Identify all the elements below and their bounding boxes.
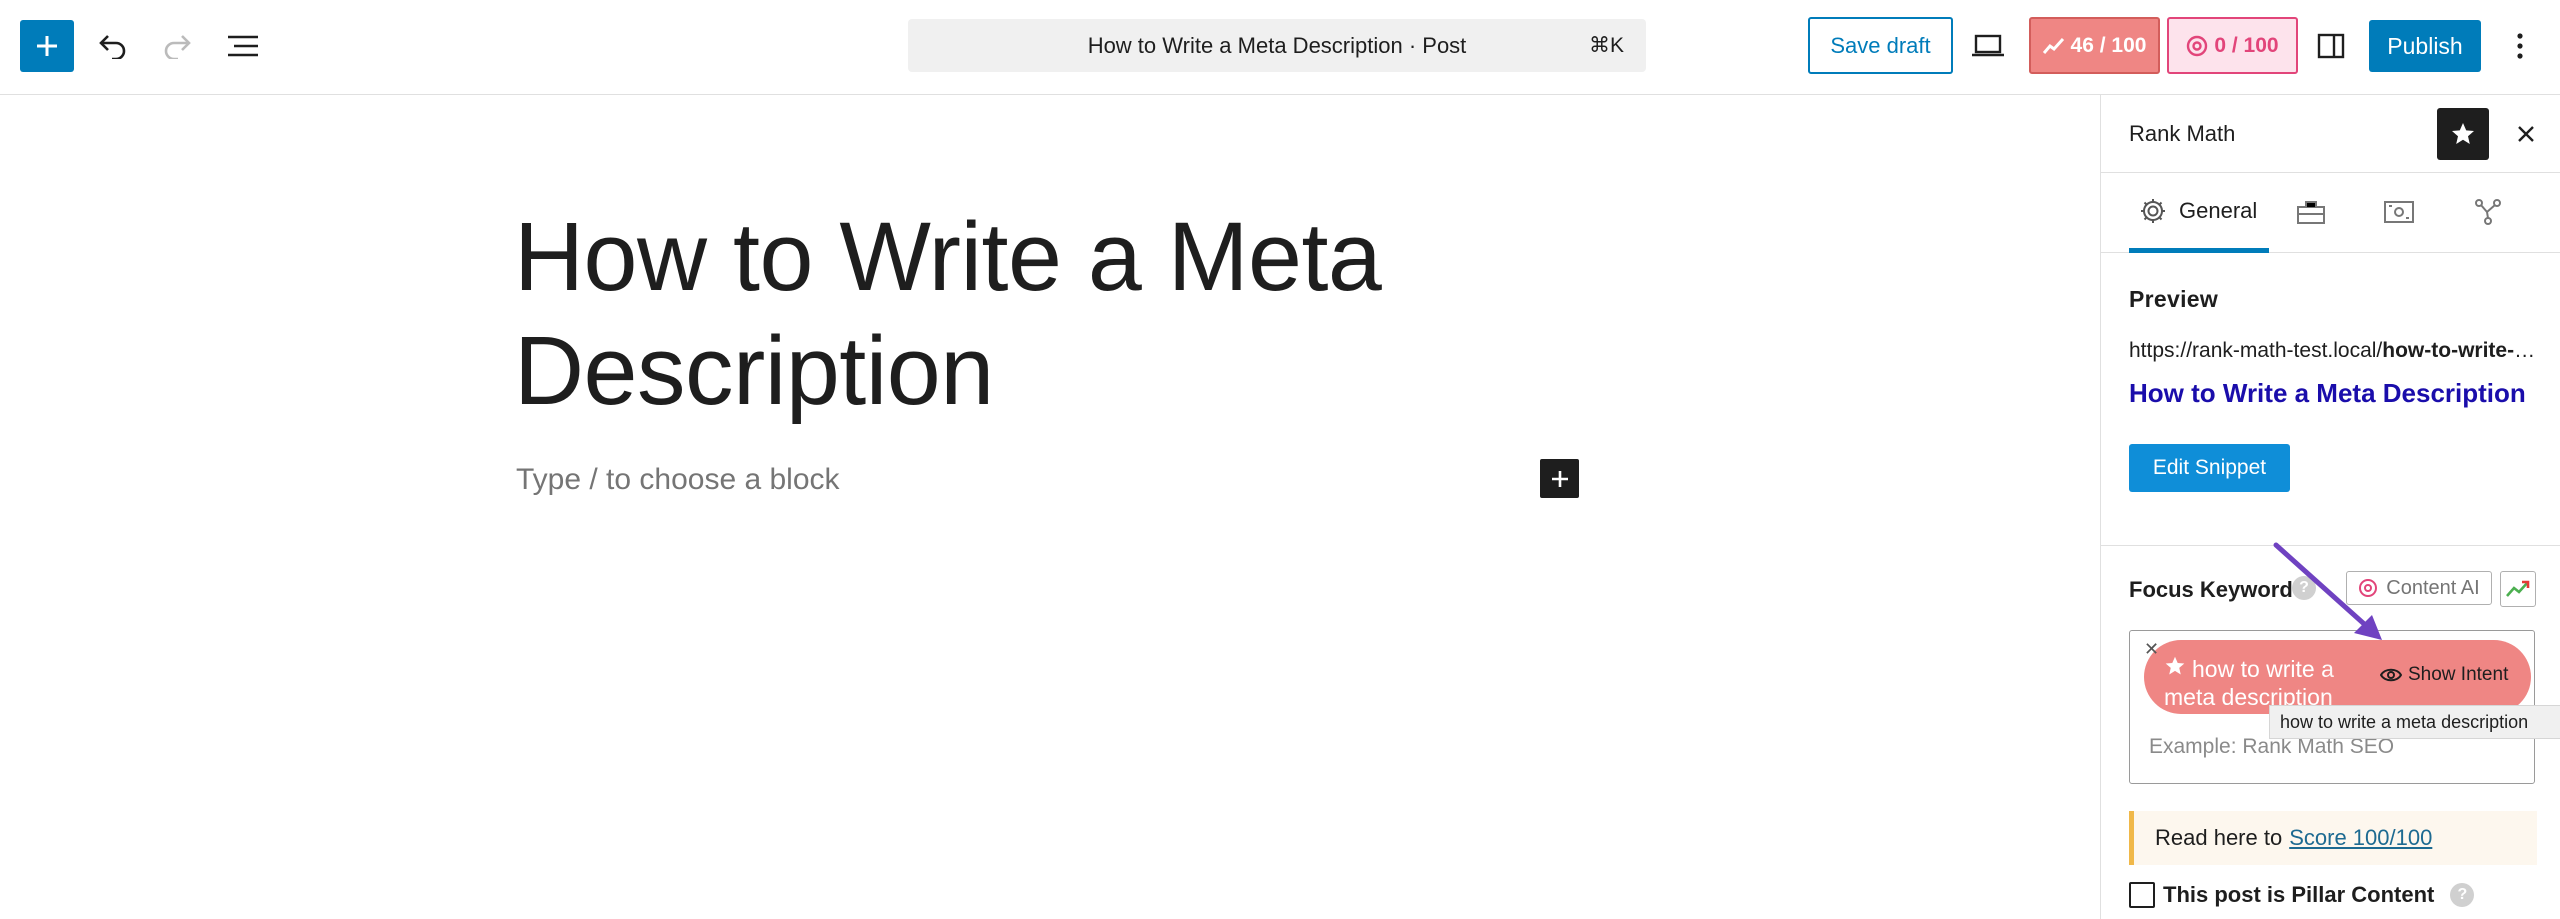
sidebar-title: Rank Math bbox=[2129, 121, 2236, 146]
block-inserter-button[interactable] bbox=[20, 20, 74, 72]
keyword-tooltip: how to write a meta description bbox=[2269, 705, 2560, 739]
show-intent-button[interactable]: Show Intent bbox=[2380, 664, 2508, 686]
tab-general[interactable]: General bbox=[2129, 173, 2269, 253]
sidebar-tabs: General bbox=[2101, 173, 2560, 253]
command-palette-bar[interactable]: How to Write a Meta Description · Post ⌘… bbox=[908, 19, 1646, 72]
content-ai-label: Content AI bbox=[2386, 576, 2480, 599]
pin-sidebar-button[interactable] bbox=[2437, 108, 2489, 160]
focus-keyword-value: how to write a meta description bbox=[2164, 656, 2334, 710]
seo-score-button[interactable]: 46 / 100 bbox=[2029, 17, 2160, 74]
seo-score-value: 46 / 100 bbox=[2070, 33, 2147, 57]
content-ai-score-button[interactable]: 0 / 100 bbox=[2167, 17, 2298, 74]
top-toolbar: How to Write a Meta Description · Post ⌘… bbox=[0, 0, 2560, 95]
rank-math-icon bbox=[2042, 37, 2064, 54]
focus-keyword-tag[interactable]: how to write a meta description Show Int… bbox=[2144, 640, 2531, 714]
rank-math-sidebar: Rank Math General Preview https://rank-m… bbox=[2100, 95, 2560, 919]
block-placeholder[interactable]: Type / to choose a block bbox=[516, 463, 840, 497]
divider bbox=[2101, 545, 2560, 546]
tab-general-label: General bbox=[2179, 197, 2258, 223]
content-ai-score-value: 0 / 100 bbox=[2214, 33, 2279, 57]
preview-url-slug: how-to-write-a-meta-description bbox=[2382, 339, 2539, 362]
redo-button[interactable] bbox=[154, 23, 200, 69]
star-icon bbox=[2452, 123, 2474, 144]
close-icon bbox=[2518, 126, 2534, 142]
post-title[interactable]: How to Write a Meta Description bbox=[514, 200, 1414, 428]
preview-button[interactable] bbox=[1965, 23, 2011, 69]
document-overview-button[interactable] bbox=[220, 23, 266, 69]
score-notice: Read here to Score 100/100 bbox=[2129, 811, 2537, 865]
content-ai-icon bbox=[2187, 35, 2208, 56]
preview-url-base: https://rank-math-test.local/ bbox=[2129, 339, 2383, 362]
settings-sidebar-toggle[interactable] bbox=[2308, 23, 2354, 69]
inline-block-inserter[interactable] bbox=[1540, 459, 1579, 498]
tab-advanced[interactable] bbox=[2289, 190, 2333, 234]
sidebar-header: Rank Math bbox=[2101, 95, 2560, 173]
pillar-content-label[interactable]: This post is Pillar Content bbox=[2163, 882, 2434, 908]
pillar-content-option: This post is Pillar Content ? bbox=[2129, 882, 2475, 908]
show-intent-label: Show Intent bbox=[2408, 664, 2509, 685]
command-title: How to Write a Meta Description · Post bbox=[1087, 32, 1467, 58]
focus-keyword-label: Focus Keyword bbox=[2129, 577, 2293, 602]
remove-keyword-icon[interactable]: ✕ bbox=[2144, 639, 2159, 660]
score-link[interactable]: Score 100/100 bbox=[2289, 825, 2432, 851]
tab-social[interactable] bbox=[2466, 190, 2510, 234]
undo-icon bbox=[99, 35, 126, 59]
content-ai-button[interactable]: Content AI bbox=[2346, 571, 2492, 605]
notice-text: Read here to bbox=[2155, 825, 2283, 850]
gear-icon bbox=[2141, 198, 2165, 223]
keyword-trends-button[interactable] bbox=[2500, 571, 2536, 607]
trends-icon bbox=[2506, 580, 2530, 597]
more-vertical-icon bbox=[2517, 33, 2523, 59]
intent-icon bbox=[2380, 668, 2402, 682]
plus-icon bbox=[37, 36, 57, 56]
close-sidebar-button[interactable] bbox=[2506, 114, 2546, 154]
pillar-help-icon[interactable]: ? bbox=[2450, 883, 2475, 907]
list-view-icon bbox=[228, 35, 258, 57]
preview-url: https://rank-math-test.local/how-to-writ… bbox=[2129, 339, 2539, 363]
share-nodes-icon bbox=[2475, 199, 2501, 225]
pillar-content-checkbox[interactable] bbox=[2129, 882, 2155, 908]
toolbox-icon bbox=[2297, 201, 2325, 224]
schema-icon bbox=[2384, 201, 2414, 223]
edit-snippet-button[interactable]: Edit Snippet bbox=[2129, 444, 2290, 492]
tab-schema[interactable] bbox=[2377, 190, 2421, 234]
undo-button[interactable] bbox=[90, 23, 136, 69]
command-shortcut: ⌘K bbox=[1588, 34, 1624, 57]
save-draft-button[interactable]: Save draft bbox=[1808, 17, 1953, 74]
options-menu-button[interactable] bbox=[2497, 23, 2543, 69]
publish-button[interactable]: Publish bbox=[2369, 20, 2481, 72]
preview-heading: Preview bbox=[2129, 286, 2219, 312]
plus-icon bbox=[1551, 470, 1568, 487]
content-ai-icon bbox=[2359, 579, 2378, 597]
redo-icon bbox=[164, 35, 191, 59]
preview-link-title[interactable]: How to Write a Meta Description bbox=[2129, 378, 2539, 409]
focus-keyword-help-icon[interactable]: ? bbox=[2292, 576, 2316, 600]
sidebar-icon bbox=[2317, 33, 2345, 59]
laptop-icon bbox=[1972, 34, 2004, 57]
